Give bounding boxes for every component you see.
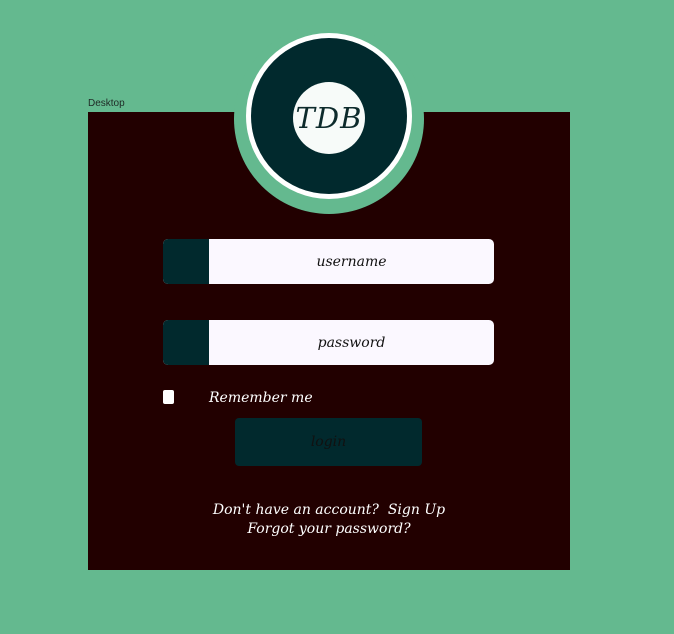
remember-me-label[interactable]: Remember me bbox=[209, 390, 313, 406]
logo-text: TDB bbox=[295, 101, 363, 135]
password-field[interactable] bbox=[163, 320, 494, 365]
username-field[interactable] bbox=[163, 239, 494, 284]
logo-badge: TDB bbox=[293, 82, 365, 154]
signup-line: Don't have an account? Sign Up bbox=[88, 501, 570, 520]
username-input[interactable] bbox=[209, 239, 494, 284]
forgot-password-link[interactable]: Forgot your password? bbox=[247, 521, 410, 537]
footer-links: Don't have an account? Sign Up Forgot yo… bbox=[88, 501, 570, 539]
password-input[interactable] bbox=[209, 320, 494, 365]
forgot-line: Forgot your password? bbox=[88, 520, 570, 539]
password-field-prefix bbox=[163, 320, 209, 365]
signup-link[interactable]: Sign Up bbox=[388, 502, 445, 518]
remember-me-checkbox[interactable] bbox=[163, 390, 174, 404]
login-button[interactable]: login bbox=[235, 418, 422, 466]
frame-label: Desktop bbox=[88, 98, 125, 109]
signup-prompt: Don't have an account? bbox=[212, 502, 379, 518]
username-field-prefix bbox=[163, 239, 209, 284]
